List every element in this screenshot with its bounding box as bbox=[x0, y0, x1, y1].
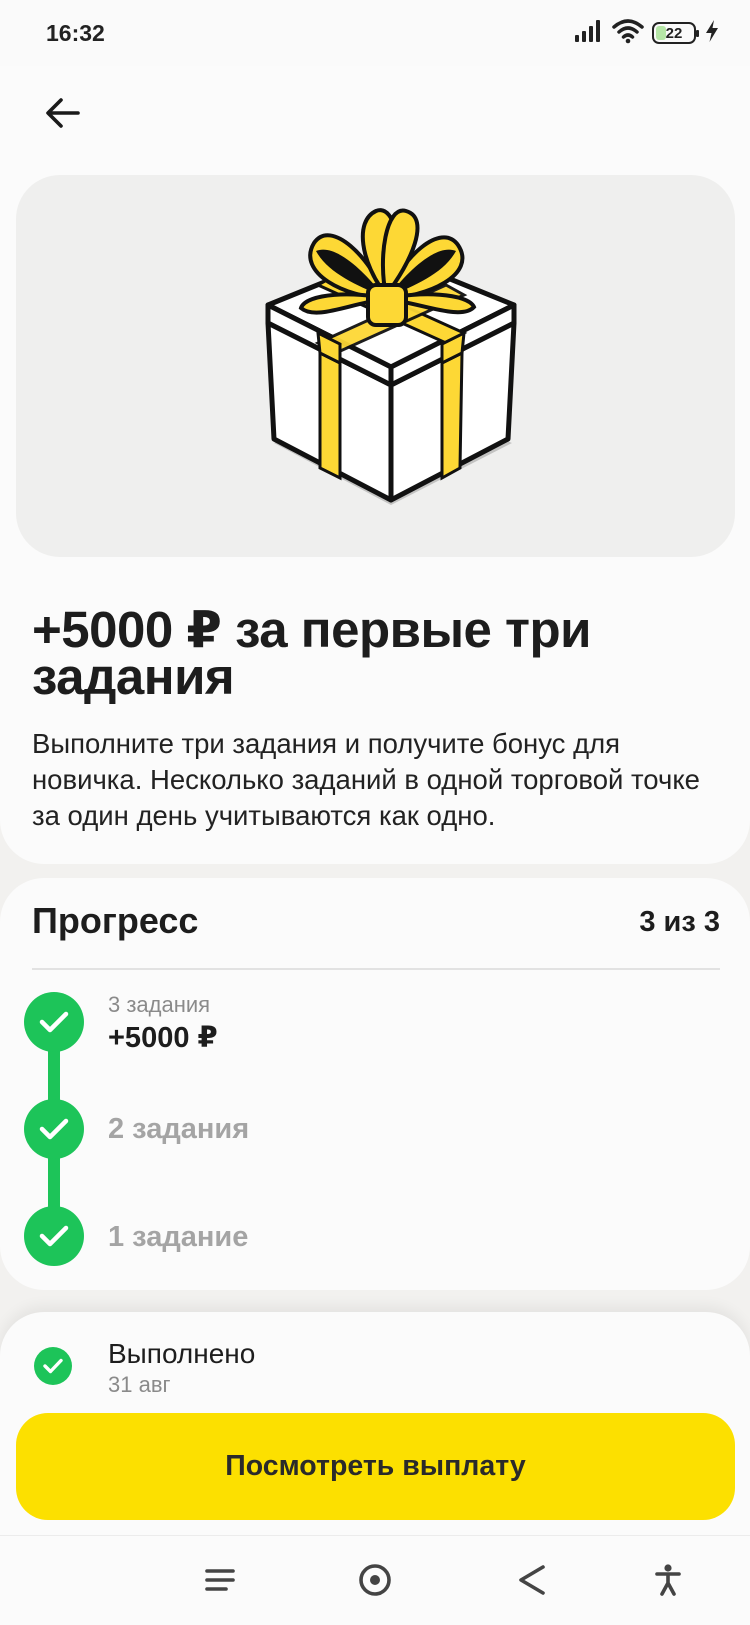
accessibility-icon bbox=[653, 1563, 683, 1602]
hero-image-card bbox=[16, 175, 735, 557]
back-nav-button[interactable] bbox=[510, 1560, 554, 1604]
menu-button[interactable] bbox=[198, 1560, 242, 1604]
home-button[interactable] bbox=[353, 1560, 397, 1604]
step-2-label: 2 задания bbox=[108, 1113, 250, 1145]
step-2-check-icon bbox=[24, 1099, 84, 1159]
completed-check-icon bbox=[34, 1347, 72, 1385]
progress-count: 3 из 3 bbox=[639, 906, 720, 938]
battery-icon: 22 bbox=[652, 22, 699, 44]
step-3-reward: +5000 ₽ bbox=[108, 1022, 218, 1054]
menu-icon bbox=[204, 1567, 236, 1598]
offer-title: +5000 ₽ за первые три задания bbox=[32, 601, 592, 705]
status-icons: 22 bbox=[574, 18, 720, 48]
step-3-sublabel: 3 задания bbox=[108, 992, 211, 1017]
status-bar: 16:32 22 bbox=[0, 0, 750, 66]
wifi-icon bbox=[612, 18, 644, 49]
progress-title: Прогресс bbox=[32, 900, 199, 941]
step-1-check-icon bbox=[24, 1206, 84, 1266]
charging-icon bbox=[704, 19, 720, 48]
arrow-left-icon bbox=[44, 97, 80, 134]
progress-divider bbox=[32, 968, 720, 970]
back-button[interactable] bbox=[32, 90, 92, 140]
step-1-label: 1 задание bbox=[108, 1221, 249, 1253]
offer-description: Выполните три задания и получите бонус д… bbox=[32, 728, 700, 831]
home-icon bbox=[357, 1562, 393, 1603]
signal-icon bbox=[574, 19, 604, 48]
completion-status: Выполнено bbox=[108, 1338, 256, 1369]
accessibility-button[interactable] bbox=[646, 1560, 690, 1604]
view-payout-button[interactable]: Посмотреть выплату bbox=[16, 1413, 735, 1520]
back-triangle-icon bbox=[516, 1563, 548, 1602]
completion-date: 31 авг bbox=[108, 1372, 171, 1397]
status-time: 16:32 bbox=[46, 20, 105, 46]
battery-level: 22 bbox=[665, 24, 683, 42]
step-3-check-icon bbox=[24, 992, 84, 1052]
